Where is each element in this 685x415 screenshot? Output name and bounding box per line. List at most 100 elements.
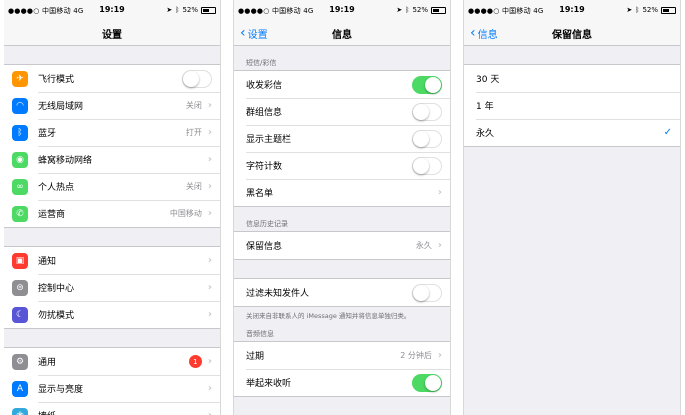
row-label: 通用 xyxy=(38,358,57,368)
notification-badge: 1 xyxy=(188,355,202,368)
row-label: 永久 xyxy=(476,129,495,139)
bluetooth-icon: ᛒ xyxy=(12,124,28,141)
settings-row[interactable]: ⊜ 控制中心 › xyxy=(4,274,220,301)
carrier-phone-icon: ✆ xyxy=(12,205,28,222)
keep-option-row[interactable]: 永久 ✓ xyxy=(464,119,680,146)
row-label: 勿扰模式 xyxy=(38,311,75,321)
keep-messages-row[interactable]: 保留信息 永久 › xyxy=(234,232,450,259)
keep-option-row[interactable]: 1 年 xyxy=(464,92,680,119)
nav-bar: ‹ 设置 信息 xyxy=(234,20,450,46)
settings-group-connectivity: ✈ 飞行模式 ◠ 无线局域网 关闭 › ᛒ 蓝牙 打开 › ◉ 蜂窝移动网络 › ∞ 个人热点 关闭 › ✆ 运营商… xyxy=(4,64,220,228)
settings-row[interactable]: ◠ 无线局域网 关闭 › xyxy=(4,92,220,119)
status-bar: ●●●●○ 中国移动 4G 19:19 ➤ ᛒ 52% xyxy=(234,0,450,20)
page-title: 信息 xyxy=(332,30,352,41)
battery-percent: 52% xyxy=(182,6,198,14)
settings-screen: ●●●●○ 中国移动 4G 19:19 ➤ ᛒ 52% 设置 ✈ 飞行模式 ◠ 无线局… xyxy=(4,0,221,415)
battery-percent: 52% xyxy=(412,6,428,14)
wifi-icon: ◠ xyxy=(12,97,28,114)
battery-icon xyxy=(431,6,446,14)
bluetooth-status-icon: ᛒ xyxy=(175,6,180,14)
status-bar: ●●●●○ 中国移动 4G 19:19 ➤ ᛒ 52% xyxy=(4,0,220,20)
settings-row[interactable]: ⚙ 通用 1 › xyxy=(4,348,220,375)
row-label: 群组信息 xyxy=(246,108,283,118)
battery-icon xyxy=(661,6,676,14)
audio-group: 过期 2 分钟后 › 举起来收听 xyxy=(234,341,450,397)
battery-percent: 52% xyxy=(642,6,658,14)
chevron-right-icon: › xyxy=(207,100,212,111)
row-label: 显示与亮度 xyxy=(38,385,84,395)
row-label: 墙纸 xyxy=(38,409,208,415)
toggle-knob xyxy=(183,70,199,87)
row-label: 1 年 xyxy=(476,102,494,112)
settings-row[interactable]: ◉ 蜂窝移动网络 › xyxy=(4,146,220,173)
nav-bar: ‹ 信息 保留信息 xyxy=(464,20,680,46)
row-toggle[interactable] xyxy=(412,129,442,148)
row-label: 无线局域网 xyxy=(38,102,84,112)
sms-setting-row: 收发彩信 xyxy=(234,71,450,98)
chevron-right-icon: › xyxy=(207,154,212,165)
settings-row[interactable]: ❀ 墙纸› xyxy=(4,402,220,415)
row-value: 关闭 xyxy=(185,101,202,110)
row-label: 举起来收听 xyxy=(246,379,292,389)
row-toggle[interactable] xyxy=(412,75,442,94)
row-label: 控制中心 xyxy=(38,284,75,294)
settings-row[interactable]: ☾ 勿扰模式 › xyxy=(4,301,220,328)
filter-unknown-senders-toggle[interactable] xyxy=(412,283,442,302)
chevron-right-icon: › xyxy=(208,410,212,415)
chevron-right-icon: › xyxy=(207,181,212,192)
sms-settings-group: 收发彩信群组信息显示主题栏 字符计数 黑名单 › xyxy=(234,70,450,207)
toggle-knob xyxy=(413,157,429,174)
page-title: 设置 xyxy=(102,30,122,41)
row-value: 关闭 xyxy=(185,182,202,191)
section-header-audio: 音频信息 xyxy=(246,330,274,338)
row-label: 黑名单 xyxy=(246,189,274,199)
row-value: 永久 xyxy=(415,241,432,250)
chevron-right-icon: › xyxy=(207,383,212,394)
toggle-knob xyxy=(425,76,441,93)
location-icon: ➤ xyxy=(626,6,633,14)
chevron-right-icon: › xyxy=(207,282,212,293)
filter-footer: 关闭来自非联系人的 iMessage 通知并将信息单独归类。 xyxy=(246,312,411,320)
sms-setting-row: 显示主题栏 xyxy=(234,125,450,152)
raise-to-listen-row: 举起来收听 xyxy=(234,369,450,396)
row-label: 通知 xyxy=(38,257,57,267)
battery-icon xyxy=(201,6,216,14)
raise-to-listen-toggle[interactable] xyxy=(412,373,442,392)
settings-row[interactable]: ∞ 个人热点 关闭 › xyxy=(4,173,220,200)
nav-bar: 设置 xyxy=(4,20,220,46)
keep-option-row[interactable]: 30 天 xyxy=(464,65,680,92)
control-center-icon: ⊜ xyxy=(12,279,28,296)
toggle-knob xyxy=(413,130,429,147)
status-right: ➤ ᛒ 52% xyxy=(166,6,216,14)
row-label: 过期 xyxy=(246,352,265,362)
settings-row[interactable]: ᛒ 蓝牙 打开 › xyxy=(4,119,220,146)
status-bar: ●●●●○ 中国移动 4G 19:19 ➤ ᛒ 52% xyxy=(464,0,680,20)
row-toggle[interactable] xyxy=(182,69,212,88)
sms-setting-row: 字符计数 xyxy=(234,152,450,179)
location-icon: ➤ xyxy=(166,6,173,14)
status-right: ➤ ᛒ 52% xyxy=(626,6,676,14)
chevron-right-icon: › xyxy=(207,356,212,367)
row-value: 2 分钟后 xyxy=(400,351,432,360)
location-icon: ➤ xyxy=(396,6,403,14)
settings-group-general: ⚙通用1›A显示与亮度›❀墙纸› xyxy=(4,347,220,415)
settings-row[interactable]: ✈ 飞行模式 xyxy=(4,65,220,92)
row-label: 蓝牙 xyxy=(38,129,57,139)
row-label: 保留信息 xyxy=(246,242,283,252)
settings-row[interactable]: ✆ 运营商 中国移动 › xyxy=(4,200,220,227)
bluetooth-status-icon: ᛒ xyxy=(635,6,640,14)
hotspot-icon: ∞ xyxy=(12,178,28,195)
row-label: 飞行模式 xyxy=(38,75,75,85)
row-label: 收发彩信 xyxy=(246,81,283,91)
row-toggle[interactable] xyxy=(412,102,442,121)
general-gear-icon: ⚙ xyxy=(12,353,28,370)
section-header-sms: 短信/彩信 xyxy=(246,59,277,67)
messages-screen: ●●●●○ 中国移动 4G 19:19 ➤ ᛒ 52% ‹ 设置 信息 短信/彩信… xyxy=(233,0,451,415)
chevron-right-icon: › xyxy=(207,208,212,219)
expire-row[interactable]: 过期 2 分钟后 › xyxy=(234,342,450,369)
sms-setting-row[interactable]: 黑名单 › xyxy=(234,179,450,206)
row-toggle[interactable] xyxy=(412,156,442,175)
settings-row[interactable]: A 显示与亮度 › xyxy=(4,375,220,402)
settings-row[interactable]: ▣ 通知 › xyxy=(4,247,220,274)
filter-unknown-senders-row: 过滤未知发件人 xyxy=(234,279,450,306)
